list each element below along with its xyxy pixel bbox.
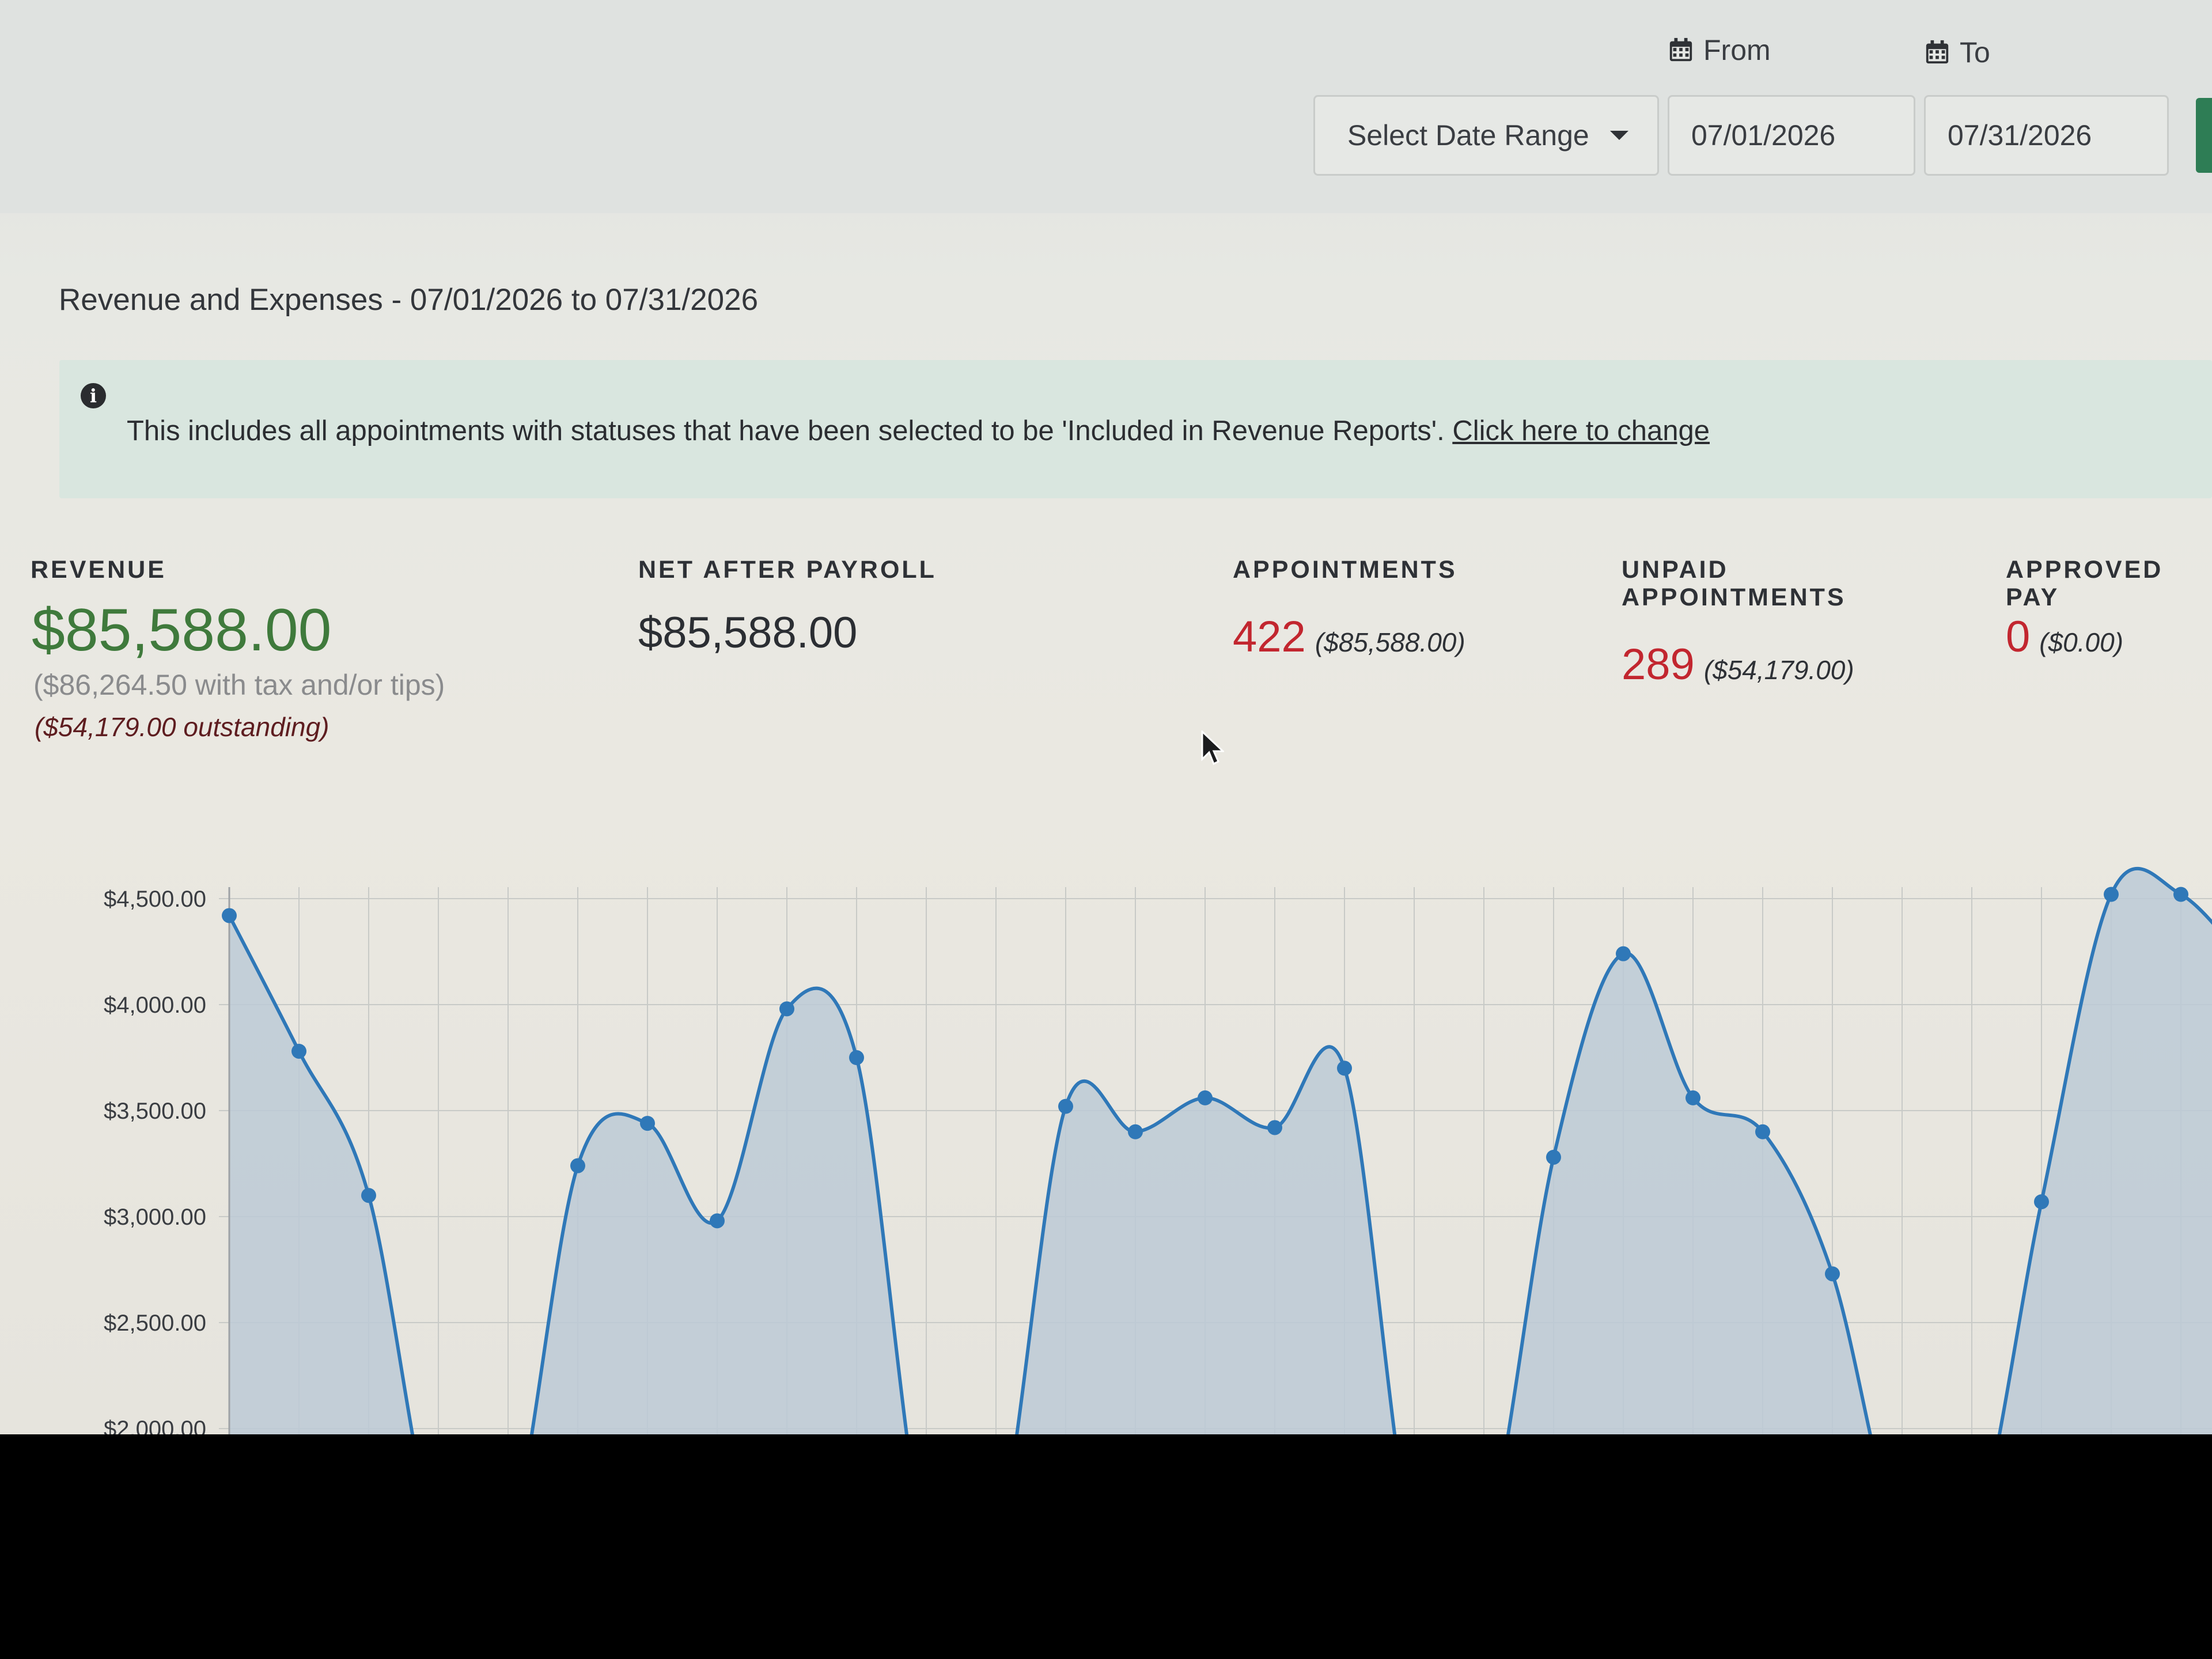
appointments-stat: 422 ($85,588.00) — [1233, 612, 1465, 662]
y-tick-label: $4,000.00 — [104, 993, 206, 1018]
data-point — [2104, 887, 2119, 902]
data-point — [570, 1158, 585, 1173]
data-point — [849, 1050, 864, 1065]
to-label: To — [1924, 36, 1990, 69]
unpaid-label-line1: UNPAID — [1622, 556, 1729, 584]
data-point — [1198, 1090, 1213, 1105]
from-date-value: 07/01/2026 — [1691, 119, 1836, 151]
data-point — [361, 1188, 376, 1203]
data-point — [1616, 946, 1631, 961]
data-point — [1825, 1266, 1840, 1282]
data-point — [2173, 887, 2188, 902]
date-range-select-label: Select Date Range — [1347, 119, 1589, 151]
appointments-count[interactable]: 422 — [1233, 612, 1306, 661]
data-point — [222, 908, 237, 923]
unpaid-appointments-amount: ($54,179.00) — [1703, 655, 1854, 685]
from-label-text: From — [1703, 34, 1771, 66]
y-tick-label: $2,000.00 — [104, 1416, 206, 1434]
to-date-input[interactable]: 07/31/2026 — [1924, 95, 2169, 176]
net-after-payroll-value: $85,588.00 — [638, 608, 858, 657]
series-area — [229, 869, 2212, 1434]
net-after-payroll-label: NET AFTER PAYROLL — [638, 556, 937, 584]
unpaid-label-line2: APPOINTMENTS — [1622, 584, 1846, 611]
calendar-icon — [1669, 37, 1692, 62]
data-point — [1546, 1149, 1561, 1165]
data-point — [1755, 1124, 1770, 1139]
unpaid-appointments-label: UNPAID APPOINTMENTS — [1622, 556, 1846, 611]
date-range-select[interactable]: Select Date Range — [1313, 95, 1659, 176]
data-point — [291, 1043, 306, 1059]
caret-down-icon — [1609, 131, 1628, 140]
unpaid-appointments-count[interactable]: 289 — [1622, 640, 1695, 689]
revenue-outstanding: ($54,179.00 outstanding) — [35, 712, 329, 742]
to-date-value: 07/31/2026 — [1948, 119, 2092, 151]
y-tick-label: $3,000.00 — [104, 1205, 206, 1230]
approved-payroll-count[interactable]: 0 — [2006, 612, 2030, 661]
data-point — [640, 1116, 655, 1131]
data-point — [1685, 1090, 1700, 1105]
y-tick-label: $3,500.00 — [104, 1099, 206, 1124]
revenue-value: $85,588.00 — [32, 597, 332, 664]
appointments-label: APPOINTMENTS — [1233, 556, 1457, 584]
approved-payroll-label: APPROVED PAY — [2006, 556, 2164, 611]
to-label-text: To — [1960, 36, 1990, 69]
revenue-label: REVENUE — [31, 556, 166, 584]
approved-payroll-amount: ($0.00) — [2039, 627, 2124, 657]
appointments-amount: ($85,588.00) — [1315, 627, 1465, 657]
revenue-with-tax: ($86,264.50 with tax and/or tips) — [33, 669, 445, 701]
approved-payroll-stat: 0 ($0.00) — [2006, 612, 2123, 662]
info-icon: i — [81, 383, 106, 408]
info-message: This includes all appointments with stat… — [127, 415, 1445, 446]
report-title: Revenue and Expenses - 07/01/2026 to 07/… — [59, 283, 759, 317]
calendar-icon — [1926, 40, 1949, 64]
data-point — [1337, 1060, 1352, 1076]
app-screen: From To Select Date Range 07/01/2026 07/… — [0, 0, 2212, 1434]
y-tick-label: $2,500.00 — [104, 1310, 206, 1336]
data-point — [779, 1001, 794, 1017]
revenue-chart: $4,500.00 $4,000.00 $3,500.00 $3,000.00 $2,5… — [104, 867, 2212, 1434]
y-tick-label: $4,500.00 — [104, 887, 206, 912]
unpaid-appointments-stat: 289 ($54,179.00) — [1622, 639, 1854, 690]
data-point — [710, 1213, 725, 1229]
change-statuses-link[interactable]: Click here to change — [1452, 415, 1710, 446]
from-date-input[interactable]: 07/01/2026 — [1668, 95, 1915, 176]
apply-button[interactable] — [2196, 98, 2212, 173]
data-point — [1267, 1120, 1282, 1135]
data-point — [1058, 1099, 1073, 1114]
from-label: From — [1668, 33, 1771, 67]
data-point — [1128, 1124, 1143, 1139]
info-banner-text: This includes all appointments with stat… — [127, 415, 1710, 447]
mouse-cursor-icon — [1201, 730, 1224, 766]
data-point — [2034, 1194, 2049, 1210]
